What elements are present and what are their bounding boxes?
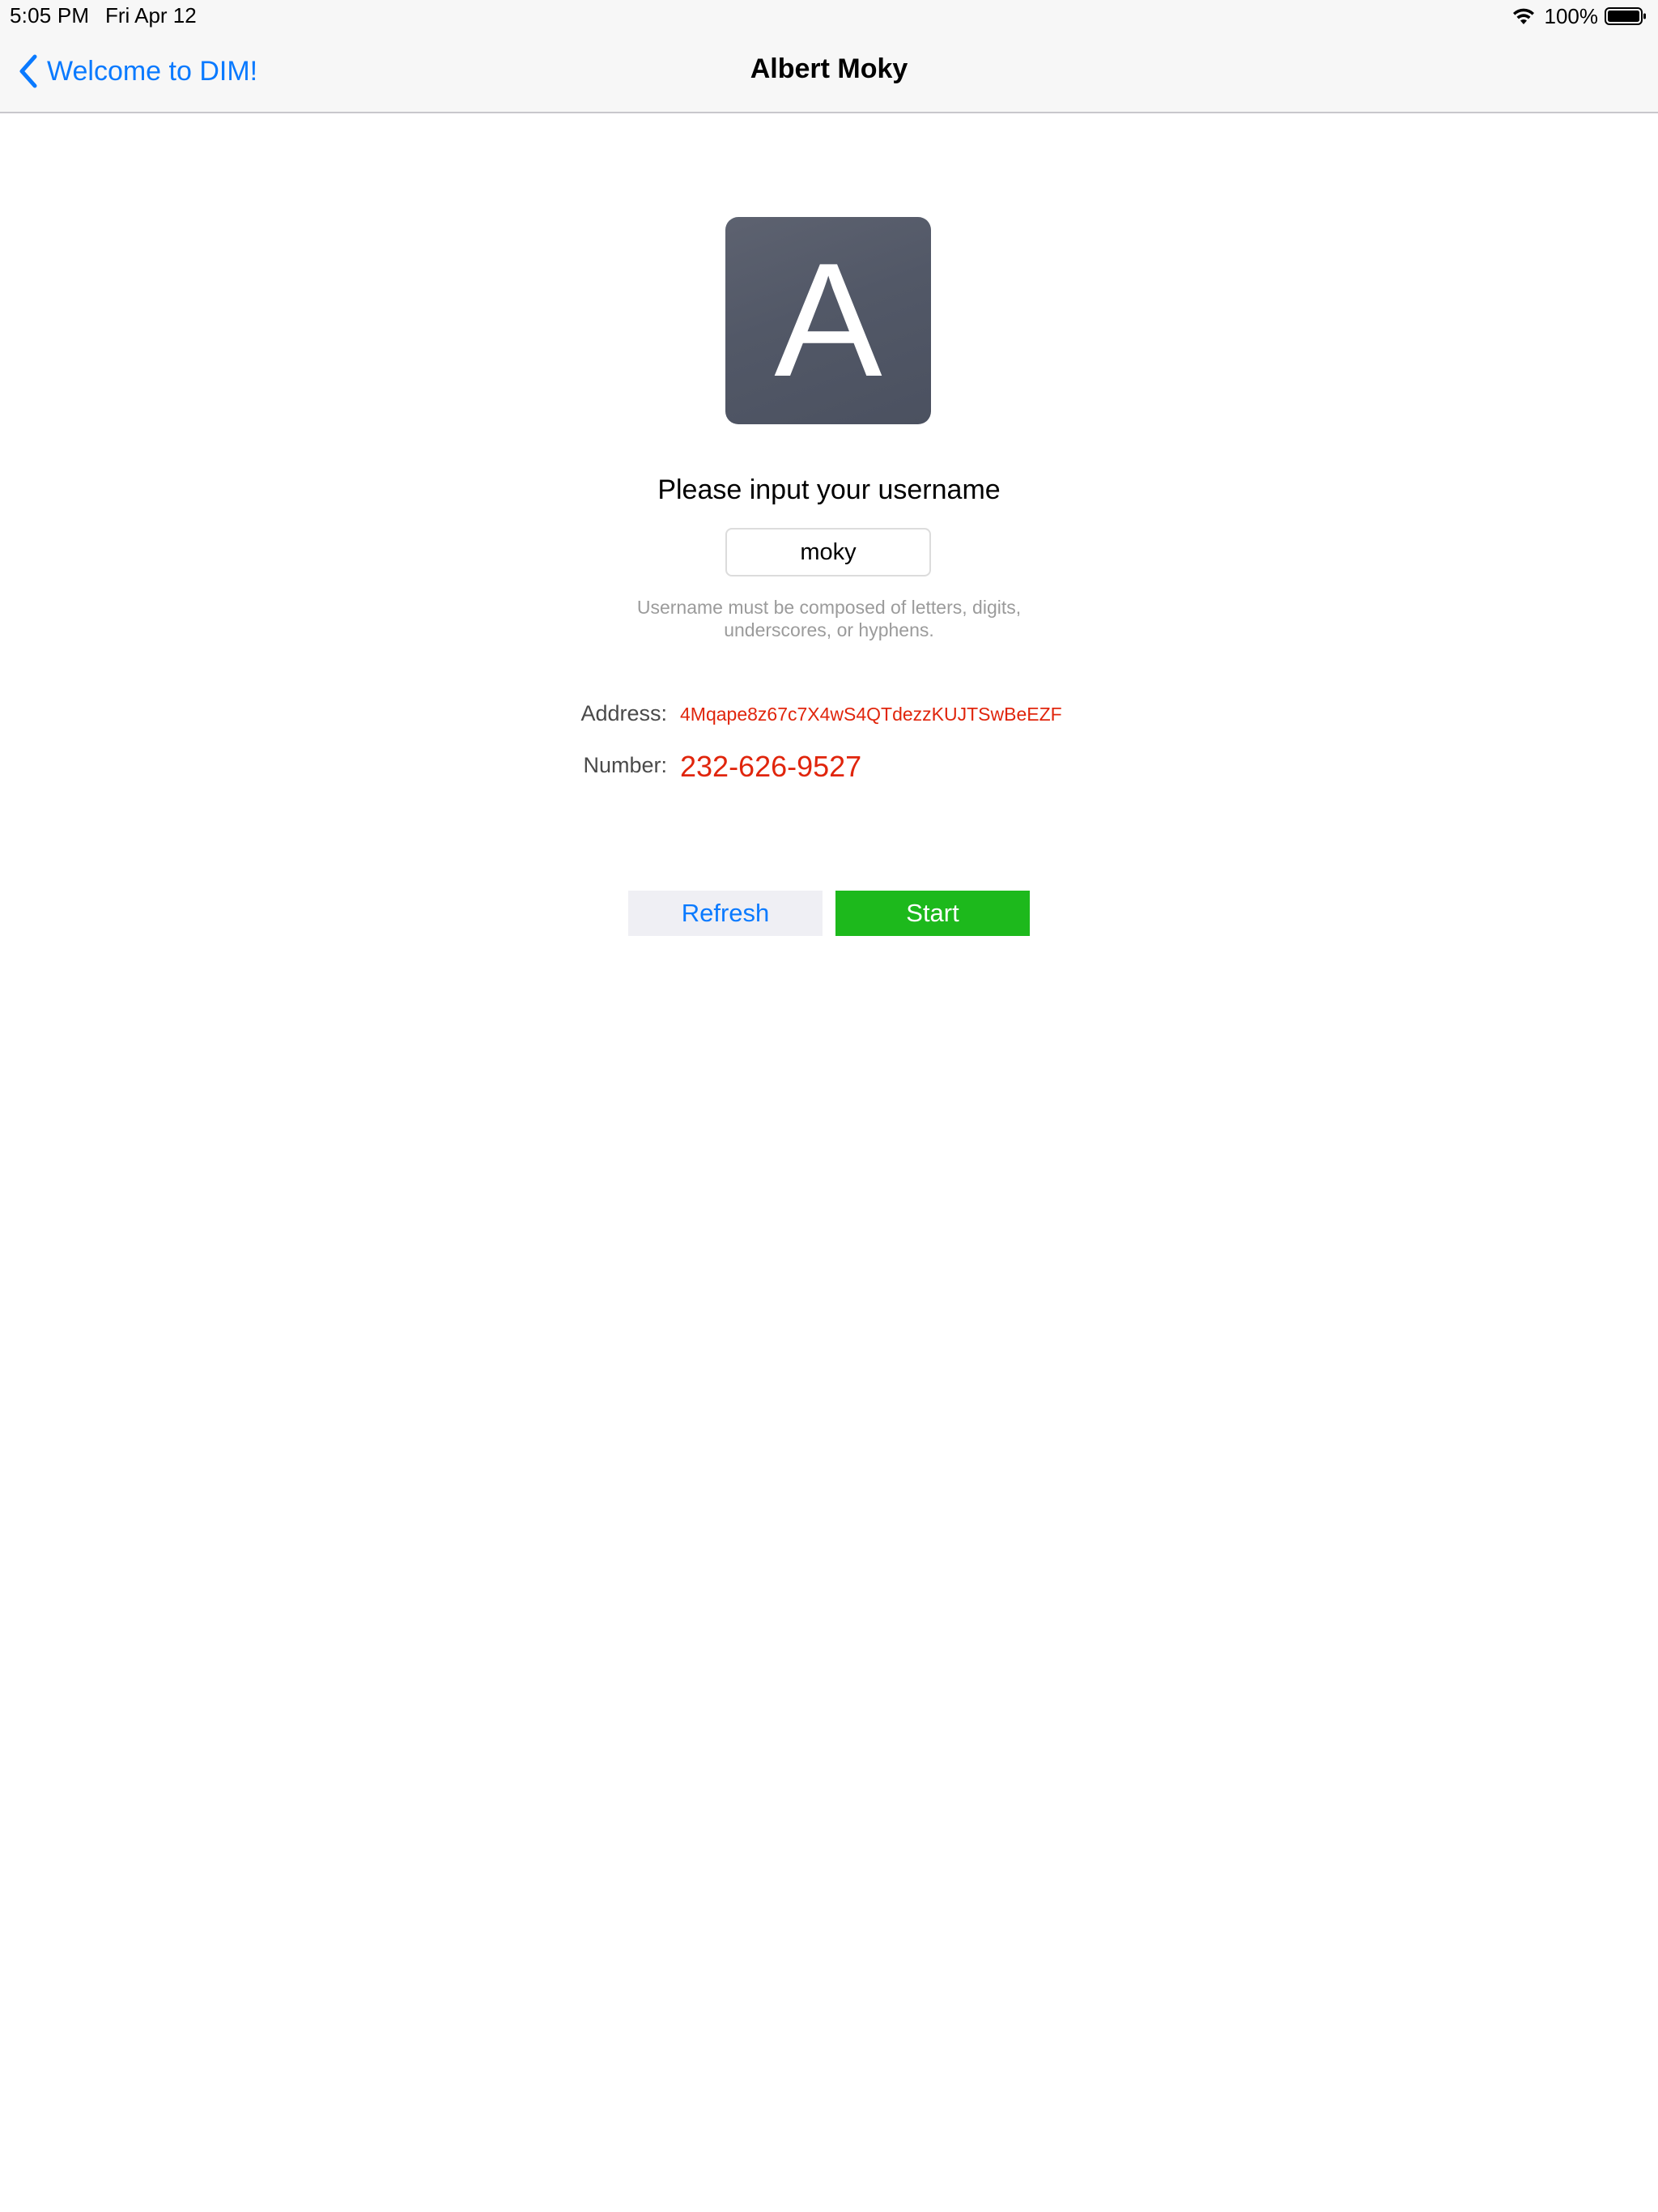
address-row: Address: 4Mqape8z67c7X4wS4QTdezzKUJTSwBe… — [0, 701, 1658, 734]
avatar[interactable]: A — [725, 217, 931, 424]
number-value: 232-626-9527 — [680, 750, 862, 783]
wifi-icon — [1512, 8, 1534, 24]
status-indicators: 100% — [1511, 3, 1647, 29]
page-title: Albert Moky — [750, 53, 908, 84]
app-screen: 5:05 PM Fri Apr 12 100% Welcome to DIM! … — [0, 0, 1658, 2212]
number-label: Number: — [583, 753, 667, 777]
start-button[interactable]: Start — [835, 891, 1030, 936]
status-time: 5:05 PM — [10, 3, 90, 28]
refresh-button[interactable]: Refresh — [628, 891, 823, 936]
status-bar: 5:05 PM Fri Apr 12 100% — [0, 0, 1658, 32]
avatar-letter: A — [774, 230, 882, 410]
username-input[interactable] — [725, 528, 931, 576]
number-row: Number: 232-626-9527 — [0, 750, 1658, 789]
address-value: 4Mqape8z67c7X4wS4QTdezzKUJTSwBeEZF — [680, 704, 1062, 725]
username-prompt: Please input your username — [657, 474, 1001, 505]
username-hint: Username must be composed of letters, di… — [586, 596, 1072, 641]
navigation-bar: Welcome to DIM! Albert Moky — [0, 32, 1658, 113]
address-label: Address: — [580, 701, 667, 725]
battery-icon — [1605, 7, 1646, 25]
username-hint-line-1: Username must be composed of letters, di… — [636, 597, 1022, 618]
status-date: Fri Apr 12 — [105, 3, 197, 28]
battery-percentage: 100% — [1544, 3, 1599, 28]
username-hint-line-2: underscores, or hyphens. — [724, 619, 934, 640]
